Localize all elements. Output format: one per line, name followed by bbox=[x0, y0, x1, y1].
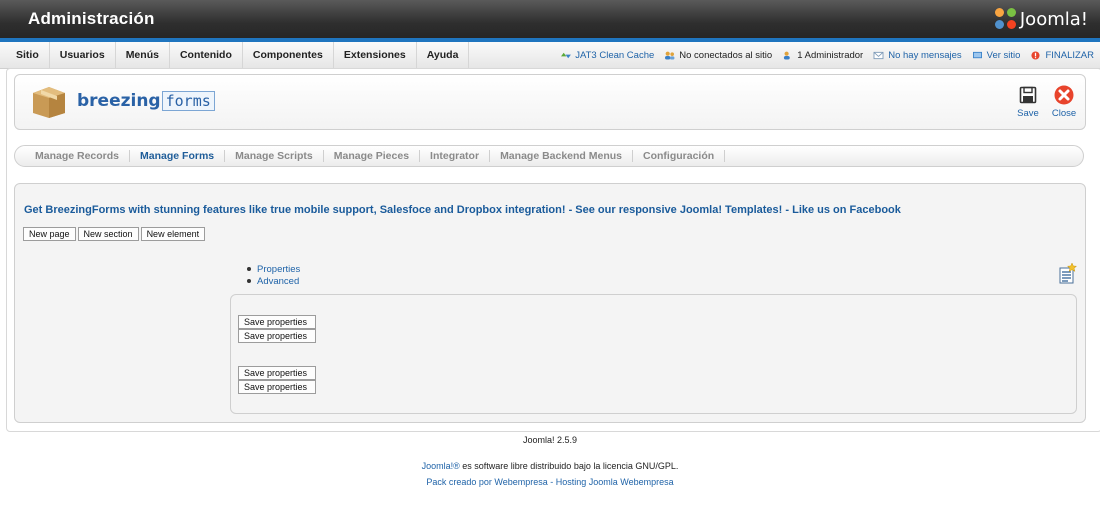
floppy-disk-icon bbox=[1019, 86, 1037, 104]
joomla-license-link[interactable]: Joomla!® bbox=[422, 461, 460, 471]
status-bar: JAT3 Clean Cache No conectados al sitio … bbox=[550, 42, 1094, 68]
advanced-link[interactable]: Advanced bbox=[247, 275, 300, 287]
save-properties-button[interactable]: Save properties bbox=[238, 380, 316, 394]
main-menu-bar: Sitio Usuarios Menús Contenido Component… bbox=[0, 42, 1100, 69]
menu-item-ayuda[interactable]: Ayuda bbox=[417, 42, 470, 68]
license-text: es software libre distribuido bajo la li… bbox=[459, 461, 679, 471]
messages-link[interactable]: No hay mensajes bbox=[873, 49, 962, 61]
new-element-button[interactable]: New element bbox=[140, 227, 206, 241]
properties-links: Properties Advanced bbox=[247, 263, 300, 287]
promo-link[interactable]: Get BreezingForms with stunning features… bbox=[24, 204, 901, 216]
new-page-button[interactable]: New page bbox=[23, 227, 76, 241]
logout-link[interactable]: FINALIZAR bbox=[1030, 50, 1094, 61]
save-properties-button[interactable]: Save properties bbox=[238, 329, 316, 343]
save-button[interactable]: Save bbox=[1011, 85, 1045, 119]
component-toolbar: breezing forms Save Close bbox=[14, 74, 1086, 130]
tab-configuracion[interactable]: Configuración bbox=[633, 150, 726, 162]
bullet-icon bbox=[247, 279, 251, 283]
visitors-status: No conectados al sitio bbox=[664, 50, 772, 61]
close-label: Close bbox=[1051, 108, 1077, 119]
admins-status: 1 Administrador bbox=[782, 50, 863, 61]
menu-item-extensiones[interactable]: Extensiones bbox=[334, 42, 417, 68]
admin-header: Administración Joomla! bbox=[0, 0, 1100, 38]
logo-text-breezing: breezing bbox=[77, 91, 161, 111]
footer-pack-link[interactable]: Pack creado por Webempresa - Hosting Joo… bbox=[0, 477, 1100, 487]
advanced-link-label: Advanced bbox=[257, 275, 300, 287]
close-button[interactable]: Close bbox=[1047, 85, 1081, 119]
package-box-icon bbox=[33, 87, 65, 118]
cache-arrows-icon bbox=[561, 52, 572, 58]
bullet-icon bbox=[247, 267, 251, 271]
form-editor-panel: Get BreezingForms with stunning features… bbox=[14, 183, 1086, 423]
joomla-logo[interactable]: Joomla! bbox=[994, 6, 1088, 32]
properties-link[interactable]: Properties bbox=[247, 263, 300, 275]
tab-manage-forms[interactable]: Manage Forms bbox=[130, 150, 226, 162]
footer-license: Joomla!® es software libre distribuido b… bbox=[0, 461, 1100, 471]
logout-label: FINALIZAR bbox=[1045, 49, 1094, 61]
tab-manage-scripts[interactable]: Manage Scripts bbox=[225, 150, 324, 162]
new-section-button[interactable]: New section bbox=[77, 227, 139, 241]
menu-item-menus[interactable]: Menús bbox=[116, 42, 170, 68]
save-properties-button[interactable]: Save properties bbox=[238, 315, 316, 329]
properties-link-label: Properties bbox=[257, 263, 301, 275]
joomla-logo-icon bbox=[994, 8, 1017, 30]
tab-manage-records[interactable]: Manage Records bbox=[25, 150, 131, 162]
menu-item-contenido[interactable]: Contenido bbox=[170, 42, 243, 68]
page-title: Administración bbox=[28, 9, 155, 28]
menu-item-usuarios[interactable]: Usuarios bbox=[50, 42, 116, 68]
users-icon bbox=[665, 51, 675, 60]
element-buttons: New page New section New element bbox=[23, 227, 206, 241]
properties-panel: Save properties Save properties Save pro… bbox=[230, 294, 1077, 414]
monitor-icon bbox=[972, 51, 982, 58]
clean-cache-label: JAT3 Clean Cache bbox=[575, 49, 655, 61]
menu-item-componentes[interactable]: Componentes bbox=[243, 42, 334, 68]
logo-text-forms: forms bbox=[161, 91, 215, 111]
admin-user-icon bbox=[784, 51, 790, 60]
logout-icon bbox=[1031, 50, 1040, 60]
view-site-link[interactable]: Ver sitio bbox=[972, 49, 1021, 61]
footer-version: Joomla! 2.5.9 bbox=[522, 435, 578, 445]
main-menu: Sitio Usuarios Menús Contenido Component… bbox=[6, 42, 470, 68]
admins-label: 1 Administrador bbox=[797, 49, 864, 61]
clean-cache-link[interactable]: JAT3 Clean Cache bbox=[560, 50, 654, 61]
close-icon bbox=[1054, 85, 1074, 105]
properties-list-icon[interactable] bbox=[1059, 262, 1077, 284]
component-submenu: Manage Records Manage Forms Manage Scrip… bbox=[14, 145, 1084, 167]
tab-manage-backend-menus[interactable]: Manage Backend Menus bbox=[490, 150, 634, 162]
tab-manage-pieces[interactable]: Manage Pieces bbox=[324, 150, 421, 162]
messages-label: No hay mensajes bbox=[888, 49, 962, 61]
save-label: Save bbox=[1017, 108, 1039, 119]
breezingforms-logo: breezing forms bbox=[77, 89, 215, 113]
menu-item-sitio[interactable]: Sitio bbox=[6, 42, 50, 68]
joomla-logo-text: Joomla! bbox=[1019, 8, 1088, 30]
envelope-icon bbox=[873, 51, 884, 59]
tab-integrator[interactable]: Integrator bbox=[420, 150, 491, 162]
save-properties-button[interactable]: Save properties bbox=[238, 366, 316, 380]
view-site-label: Ver sitio bbox=[986, 49, 1021, 61]
visitors-label: No conectados al sitio bbox=[679, 49, 773, 61]
